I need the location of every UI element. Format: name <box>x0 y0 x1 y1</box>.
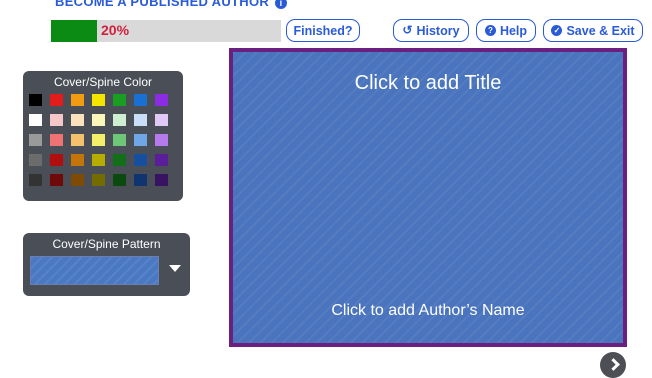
help-button[interactable]: ? Help <box>476 19 536 42</box>
color-swatch[interactable] <box>113 154 126 166</box>
color-swatch[interactable] <box>50 94 63 106</box>
page-title: BECOME A PUBLISHED AUTHOR i <box>55 0 287 9</box>
color-swatch[interactable] <box>134 134 147 146</box>
cover-pattern-panel-title: Cover/Spine Pattern <box>52 237 161 251</box>
cover-author-placeholder[interactable]: Click to add Author’s Name <box>233 302 623 320</box>
color-swatch[interactable] <box>29 94 42 106</box>
color-swatch[interactable] <box>71 134 84 146</box>
progress-bar: 20% <box>51 20 281 42</box>
color-swatch[interactable] <box>155 134 168 146</box>
help-icon: ? <box>484 25 496 36</box>
finished-button[interactable]: Finished? <box>286 19 360 42</box>
color-swatch[interactable] <box>92 174 105 186</box>
color-swatch[interactable] <box>50 174 63 186</box>
color-swatch[interactable] <box>113 94 126 106</box>
history-button[interactable]: ↺ History <box>393 19 469 42</box>
color-swatch[interactable] <box>29 174 42 186</box>
history-icon: ↺ <box>402 23 413 37</box>
color-swatch[interactable] <box>113 114 126 126</box>
color-swatch[interactable] <box>155 174 168 186</box>
save-exit-button[interactable]: ✓ Save & Exit <box>543 19 643 42</box>
book-cover-canvas[interactable]: Click to add Title Click to add Author’s… <box>229 48 627 347</box>
color-swatch[interactable] <box>134 154 147 166</box>
cover-pattern-panel: Cover/Spine Pattern <box>23 233 190 296</box>
cover-title-placeholder[interactable]: Click to add Title <box>233 72 623 95</box>
color-swatch[interactable] <box>113 134 126 146</box>
chevron-right-icon[interactable] <box>600 352 626 378</box>
history-button-label: History <box>416 23 460 38</box>
color-swatch[interactable] <box>29 114 42 126</box>
color-swatch[interactable] <box>155 154 168 166</box>
color-swatch[interactable] <box>71 114 84 126</box>
color-swatch[interactable] <box>92 114 105 126</box>
color-swatch[interactable] <box>155 114 168 126</box>
page-title-text: BECOME A PUBLISHED AUTHOR <box>55 0 270 9</box>
color-swatch[interactable] <box>92 154 105 166</box>
info-icon[interactable]: i <box>274 0 287 9</box>
caret-down-icon[interactable] <box>169 265 181 272</box>
color-swatch[interactable] <box>134 174 147 186</box>
color-swatch[interactable] <box>50 154 63 166</box>
progress-fill <box>51 20 97 42</box>
color-swatch[interactable] <box>71 154 84 166</box>
color-swatch[interactable] <box>29 134 42 146</box>
color-swatch[interactable] <box>134 114 147 126</box>
color-swatch[interactable] <box>134 94 147 106</box>
color-swatch[interactable] <box>29 154 42 166</box>
color-swatch[interactable] <box>71 174 84 186</box>
help-button-label: Help <box>499 23 528 38</box>
check-circle-icon: ✓ <box>551 25 563 36</box>
color-swatch-grid <box>29 94 168 186</box>
color-swatch[interactable] <box>113 174 126 186</box>
progress-label: 20% <box>101 22 130 38</box>
save-exit-button-label: Save & Exit <box>566 23 635 38</box>
color-swatch[interactable] <box>92 94 105 106</box>
finished-button-label: Finished? <box>293 23 353 38</box>
color-swatch[interactable] <box>50 134 63 146</box>
pattern-preview[interactable] <box>30 256 159 285</box>
color-swatch[interactable] <box>50 114 63 126</box>
color-swatch[interactable] <box>71 94 84 106</box>
cover-color-panel-title: Cover/Spine Color <box>53 75 153 89</box>
color-swatch[interactable] <box>92 134 105 146</box>
cover-color-panel: Cover/Spine Color <box>23 71 183 201</box>
color-swatch[interactable] <box>155 94 168 106</box>
